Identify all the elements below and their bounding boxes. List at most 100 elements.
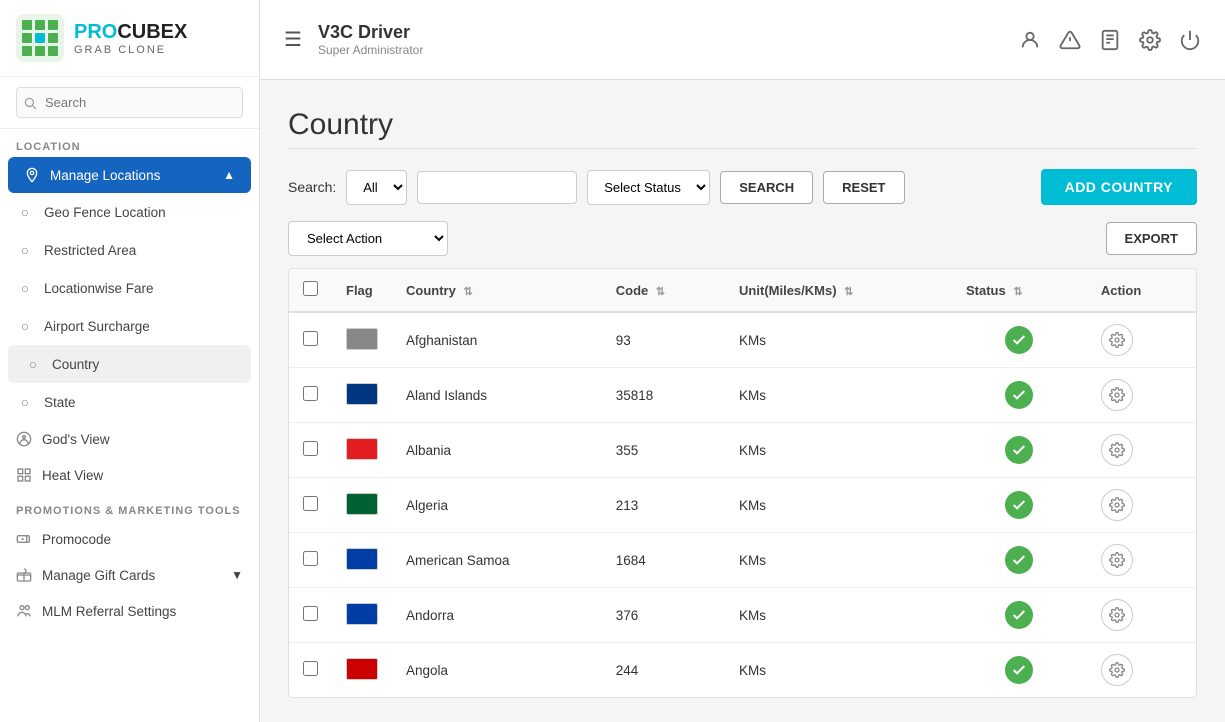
status-active-icon (1005, 601, 1033, 629)
status-active-icon (1005, 381, 1033, 409)
person-circle-icon (16, 431, 32, 447)
sidebar-item-label-gods-view: God's View (42, 432, 110, 447)
document-icon[interactable] (1099, 29, 1121, 51)
th-code[interactable]: Code ⇅ (602, 269, 725, 312)
table-row: Aland Islands35818KMs (289, 368, 1196, 423)
country-unit: KMs (725, 533, 952, 588)
sort-icon-status: ⇅ (1013, 286, 1022, 298)
country-status (952, 312, 1087, 368)
sidebar-item-label-state: State (44, 395, 76, 410)
th-unit[interactable]: Unit(Miles/KMs) ⇅ (725, 269, 952, 312)
sidebar-item-label-mlm-referral: MLM Referral Settings (42, 604, 176, 619)
country-status (952, 478, 1087, 533)
export-button[interactable]: EXPORT (1106, 222, 1197, 255)
sidebar-item-manage-locations[interactable]: Manage Locations ▲ (8, 157, 251, 193)
power-icon[interactable] (1179, 29, 1201, 51)
logo-tagline: GRAB CLONE (74, 44, 187, 56)
logo-area: PROCUBEX GRAB CLONE (0, 0, 259, 77)
chevron-up-icon: ▲ (223, 168, 235, 182)
sidebar-section-promotions: PROMOTIONS & MARKETING TOOLS Promocode M… (0, 493, 259, 629)
menu-hamburger-icon[interactable]: ☰ (284, 27, 302, 52)
th-country[interactable]: Country ⇅ (392, 269, 602, 312)
people-icon (16, 603, 32, 619)
status-active-icon (1005, 326, 1033, 354)
dot-icon: ○ (16, 203, 34, 221)
country-action (1087, 478, 1196, 533)
sidebar-item-promocode[interactable]: Promocode (0, 521, 259, 557)
action-select[interactable]: Select Action Delete (288, 221, 448, 256)
table-row: Albania355KMs (289, 423, 1196, 478)
sidebar-item-label-restricted-area: Restricted Area (44, 243, 136, 258)
sidebar-item-locationwise-fare[interactable]: ○ Locationwise Fare (0, 269, 259, 307)
sidebar-item-airport-surcharge[interactable]: ○ Airport Surcharge (0, 307, 259, 345)
search-button[interactable]: SEARCH (720, 171, 813, 204)
row-checkbox[interactable] (303, 386, 318, 401)
dot-icon: ○ (16, 393, 34, 411)
reset-button[interactable]: RESET (823, 171, 904, 204)
country-name: Algeria (392, 478, 602, 533)
sidebar-search-input[interactable] (16, 87, 243, 118)
country-code: 376 (602, 588, 725, 643)
row-checkbox[interactable] (303, 606, 318, 621)
action-gear-button[interactable] (1101, 489, 1133, 521)
country-code: 244 (602, 643, 725, 698)
sidebar-item-label-promocode: Promocode (42, 532, 111, 547)
search-filter-select[interactable]: All (346, 170, 407, 205)
country-name: American Samoa (392, 533, 602, 588)
th-action: Action (1087, 269, 1196, 312)
table-row: Algeria213KMs (289, 478, 1196, 533)
country-status (952, 533, 1087, 588)
action-gear-button[interactable] (1101, 654, 1133, 686)
country-name: Albania (392, 423, 602, 478)
row-checkbox[interactable] (303, 331, 318, 346)
sidebar-item-gods-view[interactable]: God's View (0, 421, 259, 457)
country-code: 213 (602, 478, 725, 533)
action-gear-button[interactable] (1101, 379, 1133, 411)
dot-icon: ○ (16, 317, 34, 335)
sidebar-item-country[interactable]: ○ Country (8, 345, 251, 383)
action-gear-button[interactable] (1101, 434, 1133, 466)
action-row: Select Action Delete EXPORT (288, 221, 1197, 256)
status-active-icon (1005, 656, 1033, 684)
sidebar-item-mlm-referral[interactable]: MLM Referral Settings (0, 593, 259, 629)
country-action (1087, 588, 1196, 643)
row-checkbox[interactable] (303, 551, 318, 566)
sidebar-item-restricted-area[interactable]: ○ Restricted Area (0, 231, 259, 269)
sort-icon-code: ⇅ (656, 286, 665, 298)
user-icon[interactable] (1019, 29, 1041, 51)
status-active-icon (1005, 491, 1033, 519)
country-name: Afghanistan (392, 312, 602, 368)
page-content: Country Search: All Select Status Active… (260, 80, 1225, 722)
country-action (1087, 643, 1196, 698)
action-gear-button[interactable] (1101, 544, 1133, 576)
country-action (1087, 368, 1196, 423)
flag-image (346, 328, 378, 350)
logo-icon (16, 14, 64, 62)
action-gear-button[interactable] (1101, 599, 1133, 631)
country-code: 355 (602, 423, 725, 478)
select-all-checkbox[interactable] (303, 281, 318, 296)
sidebar-item-geo-fence[interactable]: ○ Geo Fence Location (0, 193, 259, 231)
sidebar-item-manage-gift-cards[interactable]: Manage Gift Cards ▼ (0, 557, 259, 593)
country-name: Aland Islands (392, 368, 602, 423)
add-country-button[interactable]: ADD COUNTRY (1041, 169, 1197, 205)
sidebar-section-label-promotions: PROMOTIONS & MARKETING TOOLS (0, 493, 259, 521)
row-checkbox[interactable] (303, 496, 318, 511)
th-status[interactable]: Status ⇅ (952, 269, 1087, 312)
search-input[interactable] (417, 171, 577, 204)
sidebar-search-area (0, 77, 259, 129)
sort-icon-country: ⇅ (463, 286, 472, 298)
country-unit: KMs (725, 588, 952, 643)
action-gear-button[interactable] (1101, 324, 1133, 356)
alert-icon[interactable] (1059, 29, 1081, 51)
flag-image (346, 603, 378, 625)
dot-icon: ○ (24, 355, 42, 373)
settings-icon[interactable] (1139, 29, 1161, 51)
status-select[interactable]: Select Status Active Inactive (587, 170, 710, 205)
sidebar-item-state[interactable]: ○ State (0, 383, 259, 421)
header-title-area: V3C Driver Super Administrator (318, 22, 1003, 57)
row-checkbox[interactable] (303, 441, 318, 456)
sidebar-item-heat-view[interactable]: Heat View (0, 457, 259, 493)
row-checkbox[interactable] (303, 661, 318, 676)
sidebar: PROCUBEX GRAB CLONE LOCATION Manage Loca… (0, 0, 260, 722)
